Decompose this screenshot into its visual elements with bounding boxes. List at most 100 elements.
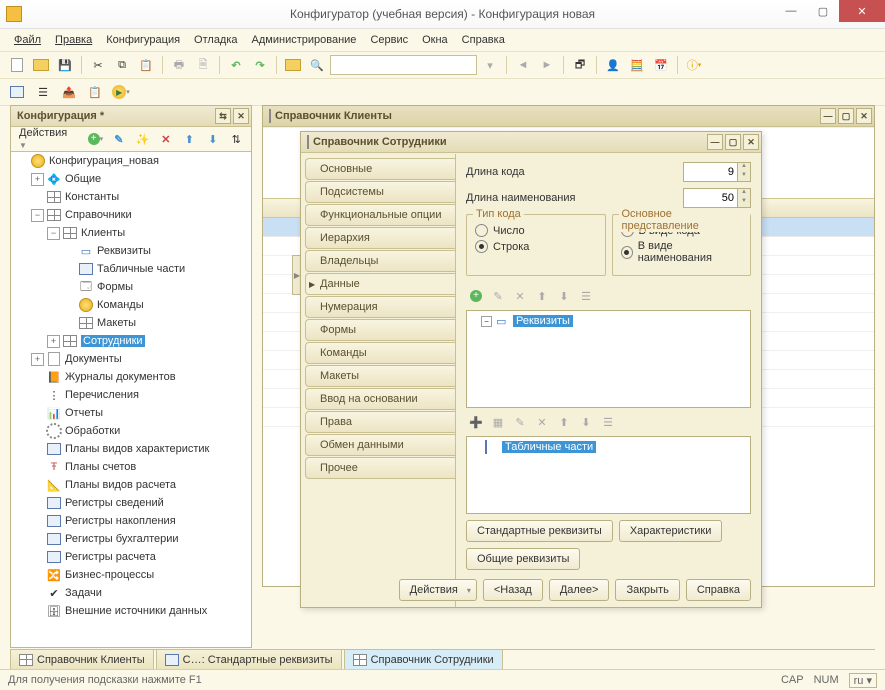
actions-button[interactable]: Действия [399,579,477,601]
tree-requisites[interactable]: ▭Реквизиты [11,242,251,260]
export-icon[interactable]: 📤 [58,81,80,103]
tree-journals[interactable]: 📙Журналы документов [11,368,251,386]
run-icon[interactable]: ▶▾ [110,81,132,103]
vtab-subsystems[interactable]: Подсистемы [305,181,455,203]
undo-icon[interactable]: ↶ [225,54,247,76]
vtab-data[interactable]: Данные [305,273,455,295]
config-tree[interactable]: Конфигурация_новая +💠Общие Константы −Сп… [11,152,251,647]
common-req-button[interactable]: Общие реквизиты [466,548,580,570]
info-icon[interactable]: ⓘ▾ [683,54,705,76]
tabular-list[interactable]: Табличные части [466,436,751,514]
clients-max-icon[interactable]: ▢ [838,108,854,124]
tab-addsub-icon[interactable]: ▦ [488,412,508,432]
emp-close-icon[interactable]: ✕ [743,134,759,150]
next-button[interactable]: Далее> [549,579,610,601]
vtab-funcopts[interactable]: Функциональные опции [305,204,455,226]
sort-icon[interactable]: ⇅ [226,128,247,150]
edit-icon[interactable]: ✎ [108,128,129,150]
radio-string[interactable]: Строка [475,240,597,253]
vtab-layouts[interactable]: Макеты [305,365,455,387]
tab-props-icon[interactable]: ☰ [598,412,618,432]
tree-catalogs[interactable]: −Справочники [11,206,251,224]
tree-clients[interactable]: −Клиенты [11,224,251,242]
tree-documents[interactable]: +Документы [11,350,251,368]
db-icon[interactable] [6,81,28,103]
search-next-icon[interactable]: ▾ [479,54,501,76]
tab-edit-icon[interactable]: ✎ [510,412,530,432]
save-icon[interactable]: 💾 [54,54,76,76]
vtab-hierarchy[interactable]: Иерархия [305,227,455,249]
vtab-input[interactable]: Ввод на основании [305,388,455,410]
req-down-icon[interactable]: ⬇ [554,286,574,306]
tree-acc-reg[interactable]: Регистры накопления [11,512,251,530]
radio-number[interactable]: Число [475,224,597,237]
tree-commands[interactable]: Команды [11,296,251,314]
list-icon[interactable]: ☰ [32,81,54,103]
tree-processing[interactable]: Обработки [11,422,251,440]
req-del-icon[interactable]: ✕ [510,286,530,306]
menu-service[interactable]: Сервис [364,32,414,48]
req-props-icon[interactable]: ☰ [576,286,596,306]
help-button[interactable]: Справка [686,579,751,601]
redo-icon[interactable]: ↷ [249,54,271,76]
vtab-owners[interactable]: Владельцы [305,250,455,272]
status-lang[interactable]: ru ▾ [849,673,877,688]
code-len-input[interactable]: ▲▼ [683,162,751,182]
tree-bp[interactable]: 🔀Бизнес-процессы [11,566,251,584]
vtab-numbering[interactable]: Нумерация [305,296,455,318]
menu-edit[interactable]: Правка [49,32,98,48]
cut-icon[interactable]: ✂ [87,54,109,76]
tree-reports[interactable]: 📊Отчеты [11,404,251,422]
btab-stdreq[interactable]: С…: Стандартные реквизиты [156,650,342,670]
nav-back-icon[interactable]: ◄ [512,54,534,76]
tree-layouts[interactable]: Макеты [11,314,251,332]
find-folder-icon[interactable] [282,54,304,76]
panel-close-icon[interactable]: ✕ [233,108,249,124]
tree-forms[interactable]: 🗔Формы [11,278,251,296]
btab-clients[interactable]: Справочник Клиенты [10,650,154,670]
tree-tabular[interactable]: Табличные части [11,260,251,278]
req-up-icon[interactable]: ⬆ [532,286,552,306]
maximize-button[interactable]: ▢ [807,0,839,22]
new-icon[interactable] [6,54,28,76]
tree-enums[interactable]: ⋮Перечисления [11,386,251,404]
tree-ext[interactable]: 🗄Внешние источники данных [11,602,251,620]
nav-fwd-icon[interactable]: ► [536,54,558,76]
calendar-icon[interactable]: 📅 [650,54,672,76]
vtab-other[interactable]: Прочее [305,457,455,479]
menu-file[interactable]: Файл [8,32,47,48]
add-icon[interactable]: +▾ [85,128,106,150]
vtab-forms[interactable]: Формы [305,319,455,341]
clients-min-icon[interactable]: — [820,108,836,124]
tree-char-plans[interactable]: Планы видов характеристик [11,440,251,458]
radio-as-name[interactable]: В виде наименования [621,240,743,264]
requisites-list[interactable]: −▭Реквизиты [466,310,751,408]
menu-debug[interactable]: Отладка [188,32,243,48]
emp-min-icon[interactable]: — [707,134,723,150]
calc-icon[interactable]: 🧮 [626,54,648,76]
vtab-exchange[interactable]: Обмен данными [305,434,455,456]
tree-common[interactable]: +💠Общие [11,170,251,188]
tab-down-icon[interactable]: ⬇ [576,412,596,432]
vtab-commands[interactable]: Команды [305,342,455,364]
btab-employees[interactable]: Справочник Сотрудники [344,650,503,670]
tree-tasks[interactable]: ✔Задачи [11,584,251,602]
clients-close-icon[interactable]: ✕ [856,108,872,124]
search-input[interactable] [330,55,477,75]
menu-admin[interactable]: Администрирование [246,32,363,48]
preview-icon[interactable]: 🗎 [192,54,214,76]
tree-calc-plans[interactable]: 📐Планы видов расчета [11,476,251,494]
copy-icon[interactable]: ⧉ [111,54,133,76]
vtab-main[interactable]: Основные [305,158,455,180]
tree-employees[interactable]: +Сотрудники [11,332,251,350]
tree-constants[interactable]: Константы [11,188,251,206]
movedown-icon[interactable]: ⬇ [202,128,223,150]
zoom-icon[interactable]: 🔍 [306,54,328,76]
req-edit-icon[interactable]: ✎ [488,286,508,306]
actions-menu[interactable]: Действия ▼ [15,125,81,153]
windows-icon[interactable]: 🗗 [569,54,591,76]
close-button[interactable]: ✕ [839,0,885,22]
print-icon[interactable]: 🖶 [168,54,190,76]
tree-book-reg[interactable]: Регистры бухгалтерии [11,530,251,548]
delete-icon[interactable]: ✕ [155,128,176,150]
